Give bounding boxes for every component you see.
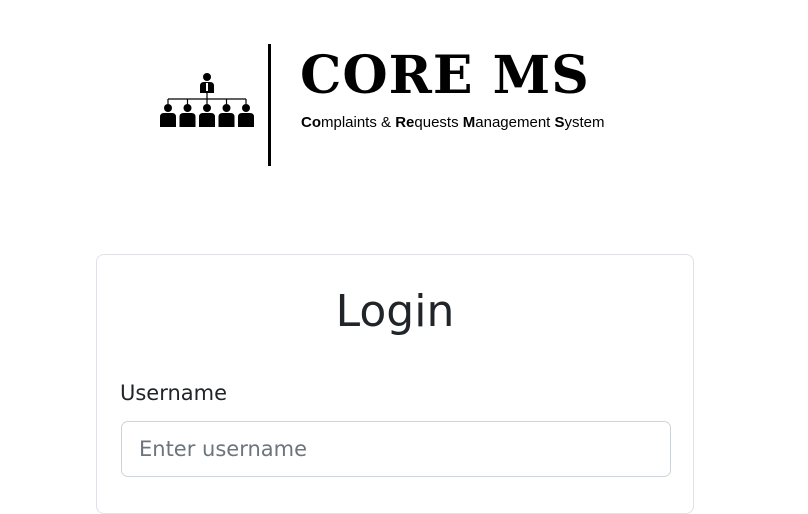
logo-subtitle: Complaints & Requests Management System bbox=[301, 113, 605, 133]
login-card: Login Username bbox=[96, 254, 694, 514]
username-label: Username bbox=[120, 381, 228, 405]
logo-subtitle-part: Co bbox=[301, 114, 321, 131]
logo-subtitle-part: Re bbox=[395, 114, 415, 131]
username-input[interactable] bbox=[121, 421, 671, 477]
logo-divider bbox=[268, 44, 271, 166]
logo-title: CORE MS bbox=[300, 45, 590, 106]
logo-subtitle-part: quests bbox=[414, 114, 463, 131]
logo-subtitle-part: M bbox=[462, 114, 476, 131]
org-chart-icon bbox=[160, 73, 254, 127]
app-logo: CORE MS Complaints & Requests Management… bbox=[158, 44, 628, 168]
login-title: Login bbox=[335, 286, 455, 337]
logo-subtitle-part: anagement bbox=[475, 114, 555, 131]
logo-subtitle-part: mplaints & bbox=[321, 114, 396, 131]
logo-subtitle-part: S bbox=[554, 114, 565, 131]
logo-subtitle-part: ystem bbox=[564, 114, 605, 131]
